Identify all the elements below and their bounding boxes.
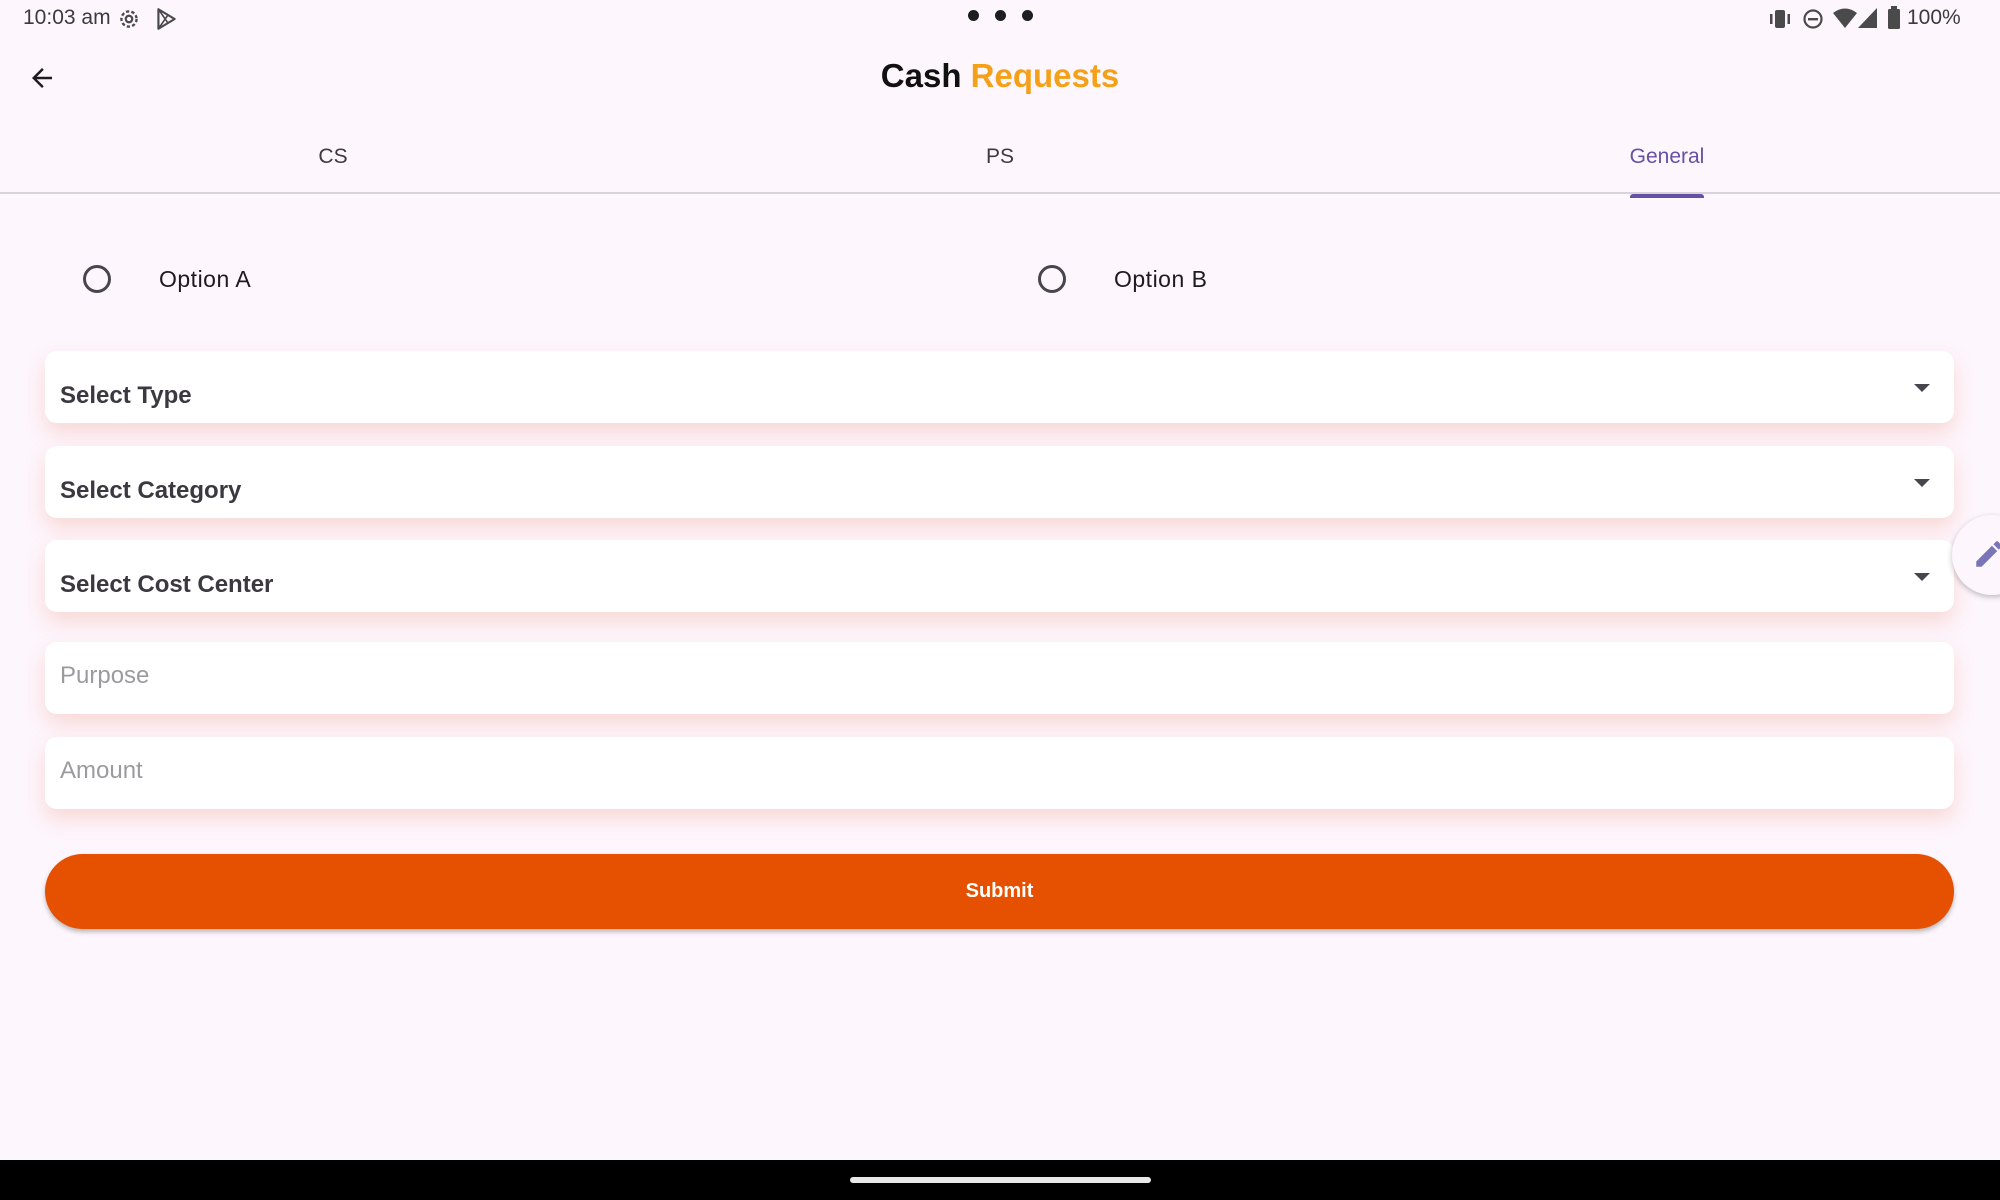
purpose-field[interactable]: Purpose — [45, 642, 1954, 714]
page-title-main: Cash — [880, 57, 962, 94]
select-type-label: Select Type — [60, 382, 192, 409]
vibrate-icon — [1770, 10, 1790, 28]
more-dots-indicator — [968, 10, 1033, 21]
tab-cs[interactable]: CS — [0, 130, 666, 190]
select-cost-center-label: Select Cost Center — [60, 571, 274, 598]
do-not-disturb-icon — [1803, 9, 1823, 29]
chevron-down-icon — [1914, 384, 1930, 392]
submit-button[interactable]: Submit — [45, 854, 1954, 929]
radio-option-b[interactable]: Option B — [1038, 254, 1208, 304]
settings-gear-icon — [120, 10, 138, 28]
select-cost-center-dropdown[interactable]: Select Cost Center — [45, 540, 1954, 612]
play-store-icon — [157, 8, 176, 30]
edit-pencil-icon — [1976, 541, 2000, 567]
tab-cs-label: CS — [318, 145, 348, 168]
tab-general-label: General — [1629, 130, 1705, 198]
tab-ps[interactable]: PS — [667, 130, 1333, 190]
app-bar: Cash Requests — [0, 38, 2000, 118]
select-category-label: Select Category — [60, 477, 242, 504]
tab-ps-label: PS — [985, 145, 1014, 168]
tab-active-indicator — [1629, 194, 1705, 198]
chevron-down-icon — [1914, 479, 1930, 487]
radio-option-a[interactable]: Option A — [83, 254, 251, 304]
tab-general[interactable]: General — [1334, 130, 2000, 198]
page-title: Cash Requests — [0, 57, 2000, 95]
select-type-dropdown[interactable]: Select Type — [45, 351, 1954, 423]
chevron-down-icon — [1914, 573, 1930, 581]
cell-signal-icon — [1858, 8, 1877, 28]
radio-label-a: Option A — [159, 265, 252, 292]
radio-circle-a[interactable] — [83, 265, 111, 293]
select-category-dropdown[interactable]: Select Category — [45, 446, 1954, 518]
system-navigation-bar — [0, 1160, 2000, 1200]
radio-label-b: Option B — [1114, 265, 1208, 292]
page-title-accent: Requests — [970, 57, 1120, 94]
status-bar: 10:03 am 100% — [0, 0, 2000, 38]
home-gesture-handle[interactable] — [850, 1177, 1151, 1183]
amount-placeholder: Amount — [60, 757, 143, 784]
amount-field[interactable]: Amount — [45, 737, 1954, 809]
status-time: 10:03 am — [23, 6, 111, 29]
tab-bar: CS PS General — [0, 130, 2000, 198]
submit-label: Submit — [965, 880, 1034, 902]
battery-percentage: 100% — [1907, 6, 1961, 29]
radio-circle-b[interactable] — [1038, 265, 1066, 293]
edit-fab-button[interactable] — [1952, 515, 2000, 595]
wifi-icon — [1833, 8, 1857, 28]
purpose-placeholder: Purpose — [60, 662, 150, 689]
battery-icon — [1888, 6, 1900, 29]
